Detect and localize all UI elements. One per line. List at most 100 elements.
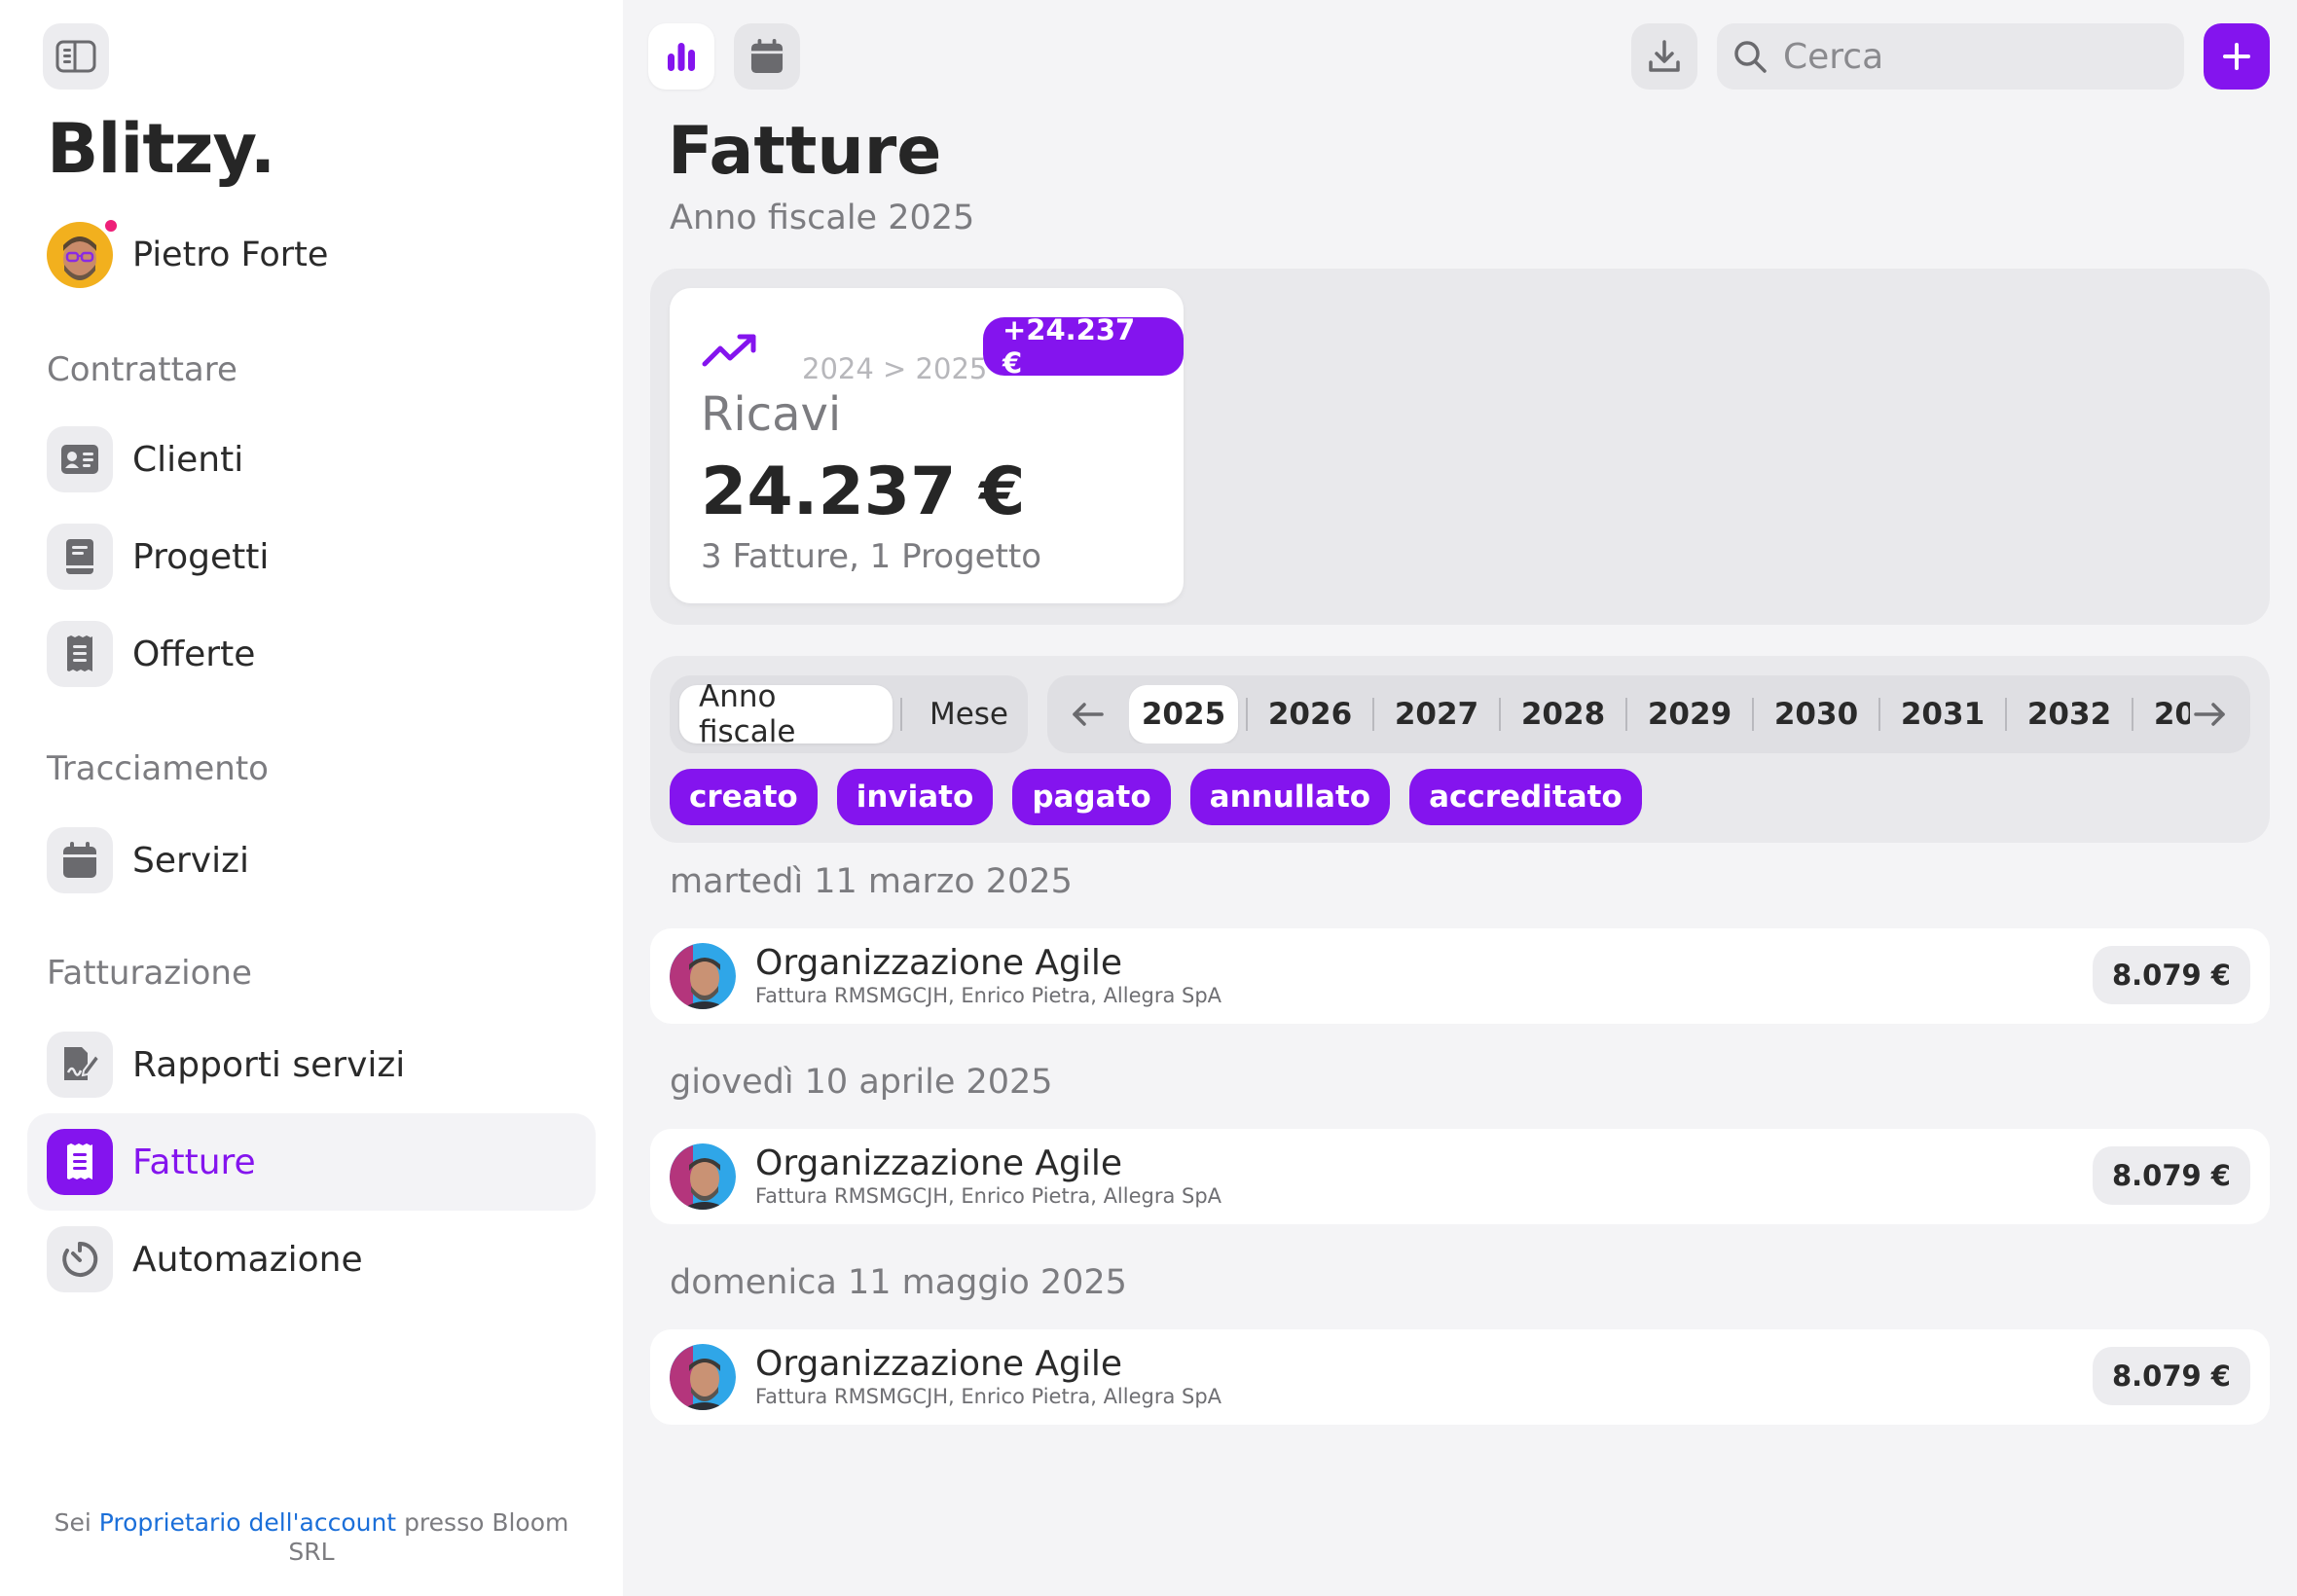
footer-prefix: Sei — [54, 1508, 91, 1537]
date-header: giovedì 10 aprile 2025 — [670, 1063, 1053, 1102]
brand-logo: Blitzy. — [47, 109, 275, 189]
year-comparison: 2024 > 2025 — [802, 352, 988, 385]
signature-icon — [47, 1032, 113, 1098]
document-icon — [47, 621, 113, 687]
sidebar-item-progetti[interactable]: Progetti — [27, 508, 596, 605]
sidebar-item-servizi[interactable]: Servizi — [27, 812, 596, 909]
plus-icon — [2223, 43, 2250, 70]
stat-label: Ricavi — [701, 387, 842, 442]
trending-up-icon — [702, 334, 756, 367]
year-2031[interactable]: 2031 — [1888, 685, 1997, 744]
notification-dot — [103, 218, 119, 234]
year-2027[interactable]: 2027 — [1382, 685, 1491, 744]
invoice-text: Organizzazione Agile Fattura RMSMGCJH, E… — [755, 1345, 1221, 1409]
divider — [2132, 698, 2133, 731]
divider — [1625, 698, 1627, 731]
contact-card-icon — [47, 426, 113, 492]
search-input[interactable]: Cerca — [1717, 23, 2184, 90]
period-segmented-control: Anno fiscale Mese — [670, 675, 1028, 753]
status-chip-pagato[interactable]: pagato — [1012, 769, 1171, 825]
invoice-row[interactable]: Organizzazione Agile Fattura RMSMGCJH, E… — [650, 1329, 2270, 1425]
year-2029[interactable]: 2029 — [1635, 685, 1744, 744]
divider — [900, 698, 902, 731]
arrow-left-icon[interactable] — [1067, 693, 1110, 736]
user-profile[interactable]: Pietro Forte — [47, 218, 329, 288]
sidebar-item-fatture[interactable]: Fatture — [27, 1113, 596, 1211]
sidebar-toggle-button[interactable] — [43, 23, 109, 90]
year-2033[interactable]: 2033 — [2141, 685, 2190, 744]
user-name: Pietro Forte — [132, 236, 329, 274]
divider — [1372, 698, 1374, 731]
arrow-right-icon[interactable] — [2188, 693, 2231, 736]
sidebar-item-label: Offerte — [132, 634, 256, 674]
year-2025[interactable]: 2025 — [1129, 685, 1238, 744]
sidebar: Blitzy. Pietro Forte Contrattare Clienti… — [0, 0, 623, 1596]
calendar-icon — [47, 827, 113, 893]
date-header: domenica 11 maggio 2025 — [670, 1263, 1127, 1302]
status-filter-chips: creato inviato pagato annullato accredit… — [670, 769, 1661, 825]
sidebar-item-clienti[interactable]: Clienti — [27, 411, 596, 508]
stat-value: 24.237 € — [701, 453, 1026, 530]
year-picker: 2025 2026 2027 2028 2029 2030 2031 2032 … — [1047, 675, 2250, 753]
invoice-text: Organizzazione Agile Fattura RMSMGCJH, E… — [755, 1144, 1221, 1209]
year-list: 2025 2026 2027 2028 2029 2030 2031 2032 … — [1129, 685, 2190, 744]
invoice-text: Organizzazione Agile Fattura RMSMGCJH, E… — [755, 944, 1221, 1008]
revenue-card[interactable]: 2024 > 2025 +24.237 € Ricavi 24.237 € 3 … — [670, 288, 1184, 603]
stat-detail: 3 Fatture, 1 Progetto — [701, 537, 1042, 576]
invoice-subtitle: Fattura RMSMGCJH, Enrico Pietra, Allegra… — [755, 984, 1222, 1007]
stats-panel: 2024 > 2025 +24.237 € Ricavi 24.237 € 3 … — [650, 269, 2270, 625]
sidebar-item-label: Automazione — [132, 1239, 363, 1280]
account-owner-link[interactable]: Proprietario dell'account — [99, 1508, 396, 1537]
page-subtitle: Anno fiscale 2025 — [670, 199, 975, 237]
divider — [1499, 698, 1501, 731]
avatar — [670, 943, 736, 1009]
sidebar-item-offerte[interactable]: Offerte — [27, 605, 596, 703]
divider — [1878, 698, 1880, 731]
year-2032[interactable]: 2032 — [2015, 685, 2124, 744]
download-icon — [1649, 40, 1680, 72]
year-2028[interactable]: 2028 — [1509, 685, 1618, 744]
status-chip-creato[interactable]: creato — [670, 769, 818, 825]
section-title-fatturazione: Fatturazione — [47, 954, 252, 993]
timer-icon — [47, 1226, 113, 1292]
chart-view-button[interactable] — [648, 23, 714, 90]
sidebar-item-label: Rapporti servizi — [132, 1044, 406, 1085]
sidebar-item-label: Progetti — [132, 536, 270, 577]
year-2030[interactable]: 2030 — [1762, 685, 1871, 744]
invoice-amount: 8.079 € — [2092, 1146, 2250, 1205]
receipt-icon — [47, 1129, 113, 1195]
book-icon — [47, 524, 113, 590]
invoice-title: Organizzazione Agile — [755, 1344, 1123, 1384]
calendar-view-button[interactable] — [734, 23, 800, 90]
divider — [1752, 698, 1754, 731]
main-content: Cerca Fatture Anno fiscale 2025 2024 > 2… — [623, 0, 2297, 1596]
sidebar-item-rapporti-servizi[interactable]: Rapporti servizi — [27, 1016, 596, 1113]
segment-anno-fiscale[interactable]: Anno fiscale — [679, 679, 893, 749]
invoice-row[interactable]: Organizzazione Agile Fattura RMSMGCJH, E… — [650, 1129, 2270, 1224]
add-invoice-button[interactable] — [2204, 23, 2270, 90]
avatar — [670, 1143, 736, 1210]
divider — [2005, 698, 2007, 731]
invoice-title: Organizzazione Agile — [755, 1143, 1123, 1183]
search-icon — [1734, 41, 1767, 73]
status-chip-annullato[interactable]: annullato — [1189, 769, 1391, 825]
invoice-subtitle: Fattura RMSMGCJH, Enrico Pietra, Allegra… — [755, 1385, 1222, 1408]
sidebar-item-automazione[interactable]: Automazione — [27, 1211, 596, 1308]
segment-mese[interactable]: Mese — [910, 685, 1028, 744]
year-2026[interactable]: 2026 — [1256, 685, 1365, 744]
delta-badge: +24.237 € — [983, 313, 1184, 380]
invoice-row[interactable]: Organizzazione Agile Fattura RMSMGCJH, E… — [650, 928, 2270, 1024]
avatar — [670, 1344, 736, 1410]
avatar — [47, 218, 119, 288]
invoice-amount: 8.079 € — [2092, 946, 2250, 1004]
account-footer: Sei Proprietario dell'account presso Blo… — [39, 1508, 584, 1567]
invoice-subtitle: Fattura RMSMGCJH, Enrico Pietra, Allegra… — [755, 1184, 1222, 1208]
bar-chart-icon — [668, 43, 695, 71]
download-button[interactable] — [1631, 23, 1697, 90]
section-title-contrattare: Contrattare — [47, 350, 237, 389]
sidebar-item-label: Servizi — [132, 840, 250, 881]
sidebar-item-label: Fatture — [132, 1142, 256, 1182]
status-chip-accreditato[interactable]: accreditato — [1409, 769, 1642, 825]
status-chip-inviato[interactable]: inviato — [836, 769, 994, 825]
page-title: Fatture — [668, 113, 942, 190]
